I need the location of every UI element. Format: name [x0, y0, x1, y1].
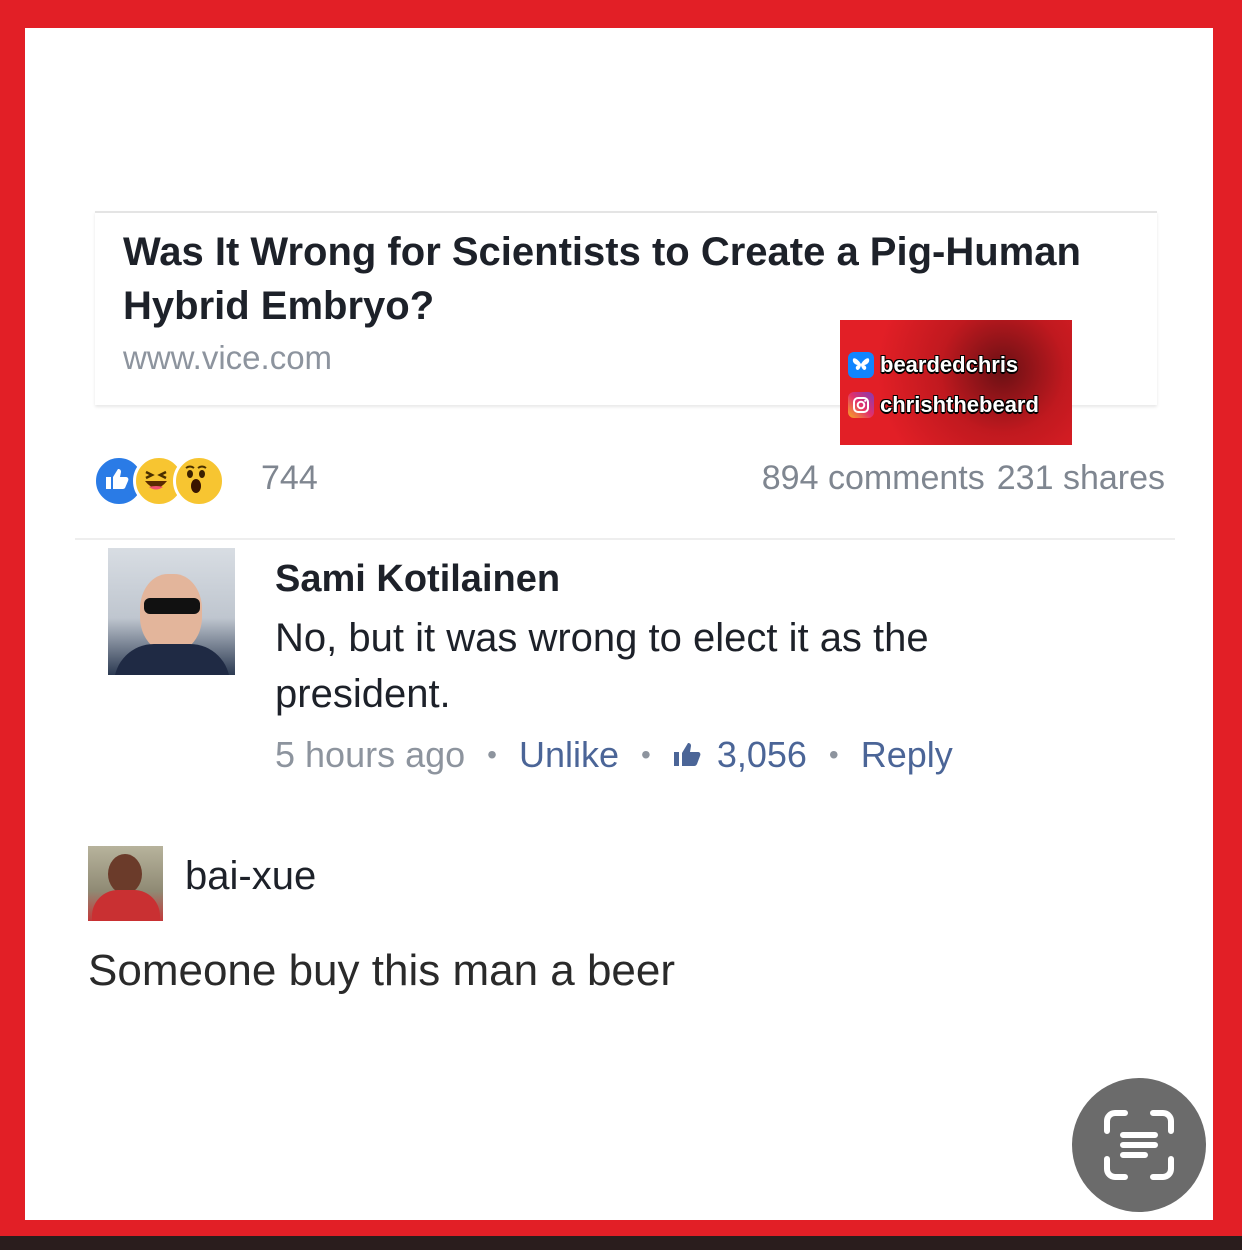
separator-dot: • — [828, 739, 839, 770]
thumbs-up-icon — [673, 734, 703, 776]
reaction-count[interactable]: 744 — [261, 459, 318, 498]
unlike-button[interactable]: Unlike — [519, 734, 619, 776]
text-scan-button[interactable] — [1072, 1078, 1206, 1212]
comment-text: No, but it was wrong to elect it as the … — [275, 616, 929, 716]
comment-like-count[interactable]: 3,056 — [717, 734, 807, 776]
link-title[interactable]: Was It Wrong for Scientists to Create a … — [123, 225, 1143, 333]
avatar-head — [108, 854, 142, 894]
shares-count-link[interactable]: 231 shares — [997, 459, 1165, 497]
screenshot-frame: Was It Wrong for Scientists to Create a … — [25, 28, 1213, 1220]
reactions-bar: 744 894 comments 231 shares — [93, 453, 1165, 507]
comment-timestamp[interactable]: 5 hours ago — [275, 734, 465, 776]
watermark-bluesky-row: beardedchris — [848, 352, 1018, 378]
separator-dot: • — [641, 739, 651, 770]
avatar-body — [114, 644, 230, 675]
instagram-handle: chrishthebeard — [880, 392, 1039, 417]
post-stats: 894 comments 231 shares — [750, 459, 1165, 498]
instagram-icon — [848, 392, 874, 418]
comment-meta: 5 hours ago • Unlike • 3,056 • Reply — [275, 734, 953, 776]
link-domain: www.vice.com — [123, 339, 333, 376]
avatar[interactable] — [108, 548, 235, 675]
comment-text: Someone buy this man a beer — [88, 946, 676, 995]
wow-reaction-icon — [173, 455, 225, 507]
watermark-instagram-row: chrishthebeard — [848, 392, 1039, 418]
comment-author-name[interactable]: bai-xue — [185, 854, 316, 899]
avatar[interactable] — [88, 846, 163, 921]
watermark-badge: beardedchris chrishthebeard — [840, 320, 1072, 445]
comments-count-link[interactable]: 894 comments — [762, 459, 985, 497]
avatar-body — [92, 890, 160, 921]
avatar-glasses — [144, 598, 200, 614]
reaction-icons[interactable] — [93, 455, 225, 507]
comment-author-name[interactable]: Sami Kotilainen — [275, 558, 560, 601]
separator-dot: • — [487, 739, 497, 770]
scan-text-icon — [1104, 1110, 1174, 1180]
bluesky-handle: beardedchris — [880, 352, 1019, 377]
bluesky-butterfly-icon — [848, 352, 874, 378]
section-divider — [75, 538, 1175, 540]
bottom-edge — [0, 1236, 1242, 1250]
reply-button[interactable]: Reply — [861, 734, 953, 776]
